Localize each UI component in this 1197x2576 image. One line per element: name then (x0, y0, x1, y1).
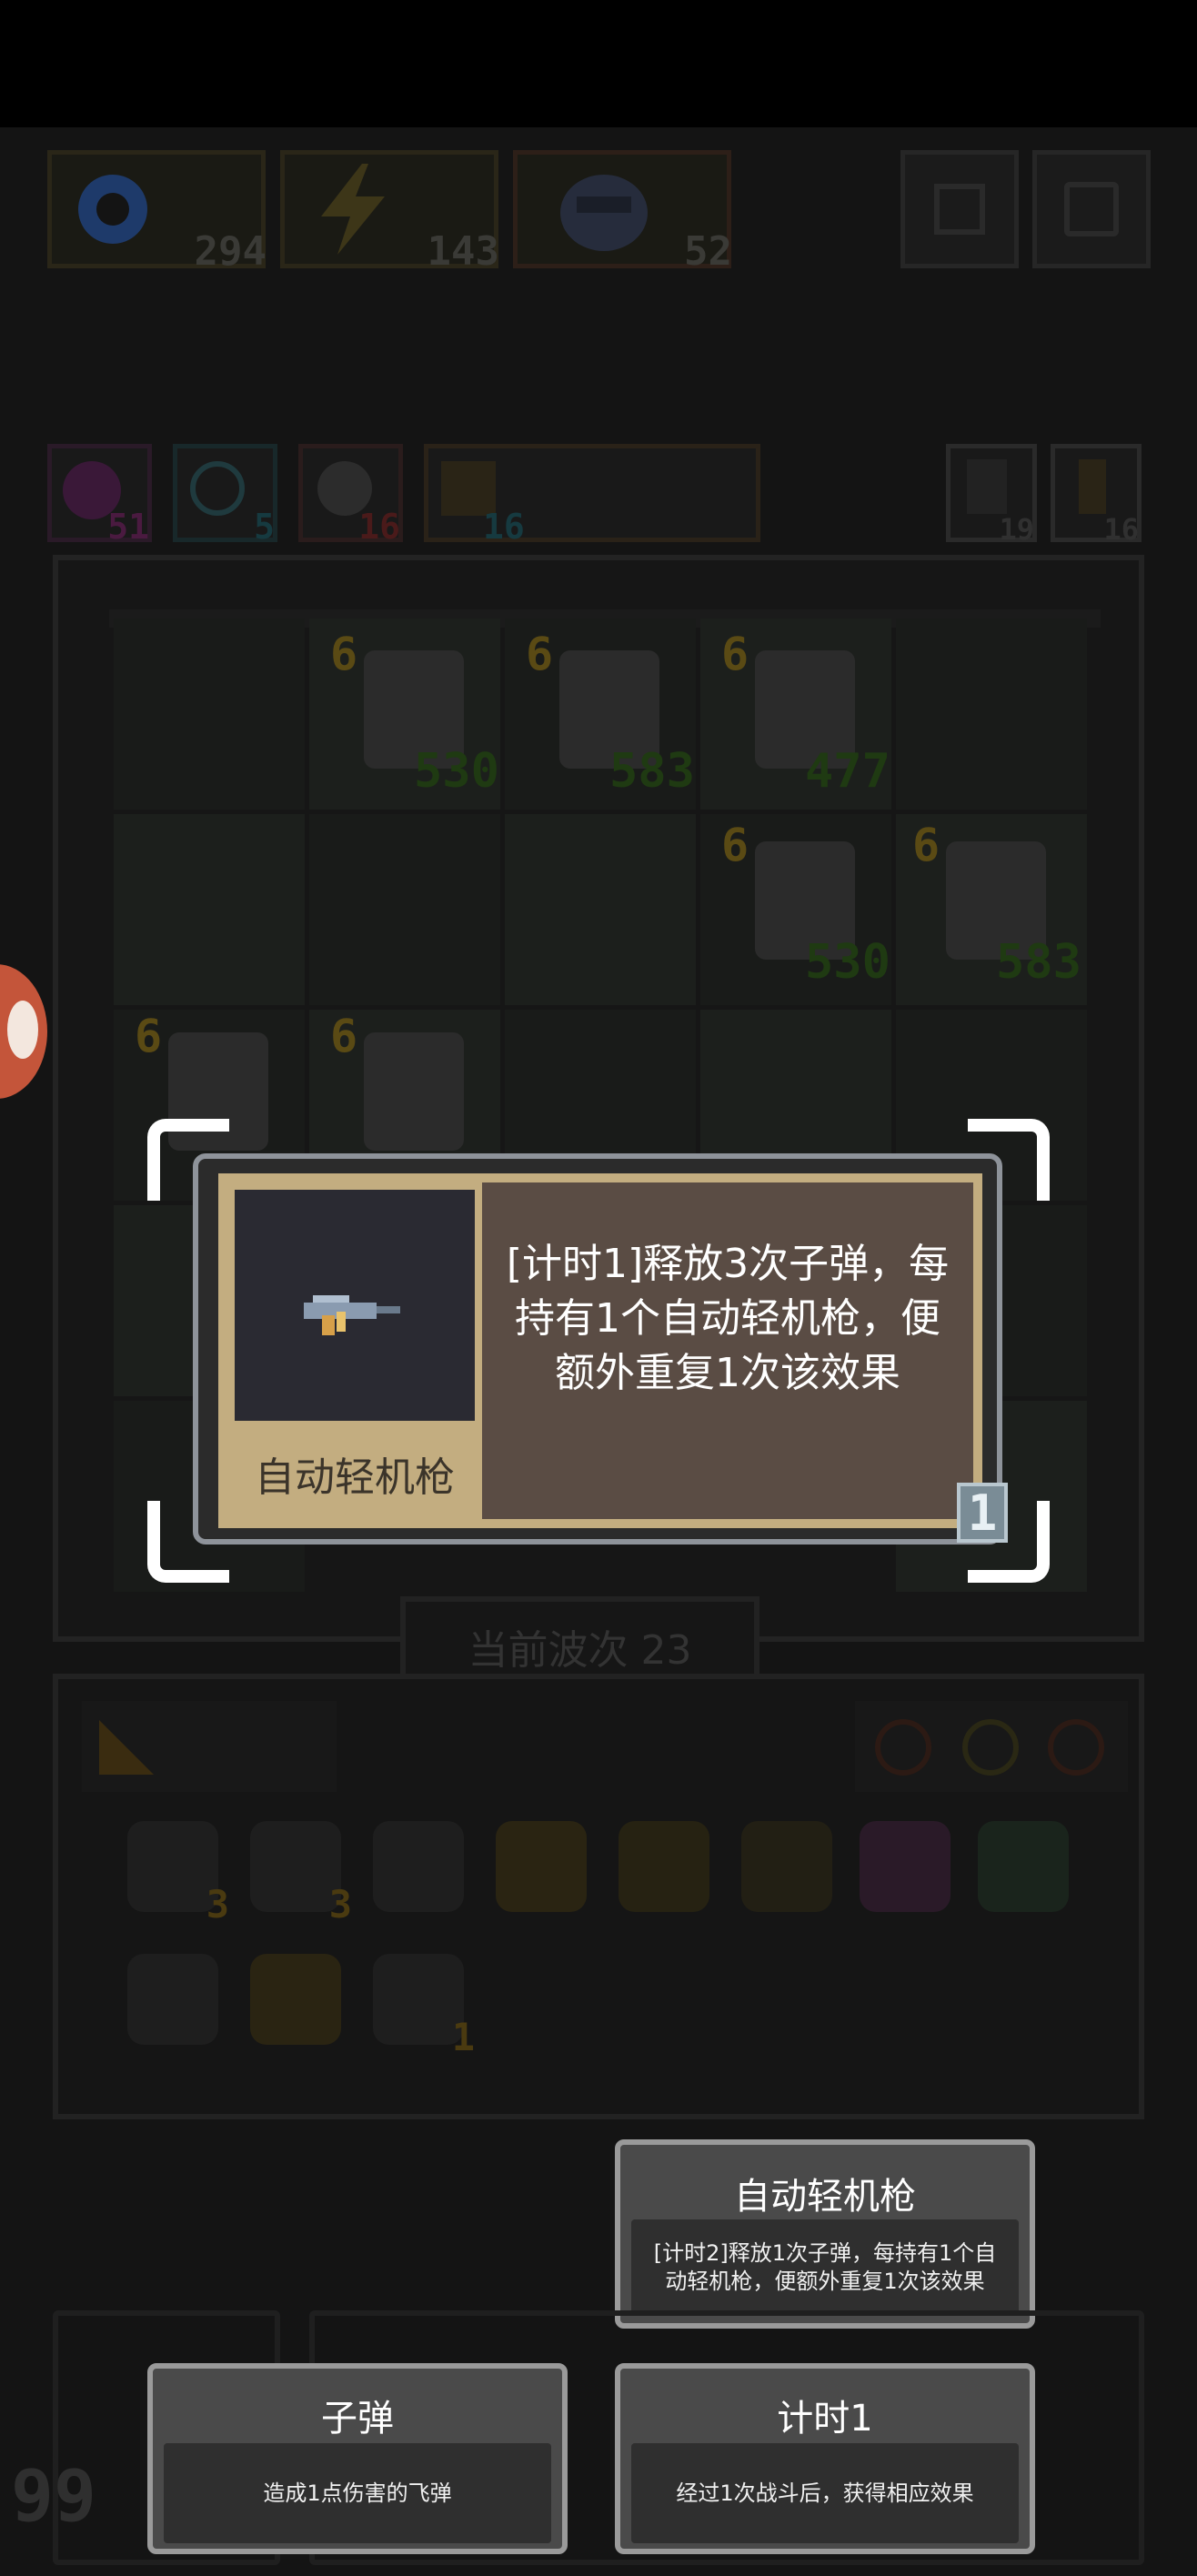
coin-icon (78, 175, 147, 244)
heart-shield-icon[interactable]: 3 (127, 1821, 229, 1927)
keyword-card-description: 造成1点伤害的飞弹 (164, 2443, 551, 2543)
grid-icon (934, 184, 985, 235)
stat-clock: 5 (173, 444, 277, 547)
stat-bolt: 16 (424, 444, 760, 547)
stat-explosion: 16 (298, 444, 403, 547)
corner-number: 99 (11, 2456, 96, 2538)
item-card-auto-gun[interactable]: 自动轻机枪 [计时2]释放1次子弹，每持有1个自动轻机枪，便额外重复1次该效果 (615, 2139, 1035, 2329)
face-icon (7, 1001, 38, 1059)
filter-yellow-icon[interactable] (962, 1719, 1019, 1776)
lightning-icon (321, 164, 385, 255)
magnet-icon[interactable] (127, 1954, 218, 2045)
filter-red-icon[interactable] (875, 1719, 931, 1776)
stat-up: 19 (946, 444, 1037, 547)
item-image (227, 1182, 482, 1428)
inventory-tab[interactable] (82, 1701, 337, 1792)
triangle-icon (99, 1720, 154, 1775)
hero-unit[interactable]: 6 530 (323, 628, 532, 810)
gear-icon[interactable] (860, 1821, 951, 1912)
horn-icon[interactable] (496, 1821, 587, 1912)
board-cell[interactable] (505, 814, 696, 1005)
wave-label: 当前波次 23 (468, 1627, 692, 1674)
filter-orange-icon[interactable] (1048, 1719, 1104, 1776)
hero-unit[interactable]: 6 477 (714, 628, 923, 810)
energy-counter: 143 (280, 150, 499, 275)
status-bar (0, 0, 1197, 127)
filter-group (855, 1701, 1128, 1792)
board-cell[interactable] (896, 619, 1087, 810)
key-icon (1079, 459, 1106, 514)
gun-icon[interactable]: 1 (373, 1954, 475, 2059)
hero-unit[interactable]: 6 583 (518, 628, 728, 810)
keyword-card-description: 经过1次战斗后，获得相应效果 (631, 2443, 1019, 2543)
gear-icon (1064, 182, 1119, 236)
item-count-badge: 1 (957, 1483, 1008, 1543)
stat-magic: 51 (47, 444, 152, 547)
star-wand-icon[interactable] (741, 1821, 832, 1912)
monster-counter: 52 (513, 150, 732, 275)
board-cell[interactable] (114, 619, 305, 810)
up-arrow-icon (967, 459, 1007, 514)
menu-button[interactable] (900, 150, 1019, 268)
stat-key: 16 (1051, 444, 1142, 547)
ghost-icon[interactable]: 3 (250, 1821, 352, 1927)
item-card-description: [计时2]释放1次子弹，每持有1个自动轻机枪，便额外重复1次该效果 (631, 2219, 1019, 2316)
keyword-card-bullet[interactable]: 子弹 造成1点伤害的飞弹 (147, 2363, 568, 2554)
hero-unit[interactable]: 6 583 (905, 819, 1114, 1001)
clock-icon (190, 461, 245, 516)
lock-icon[interactable] (978, 1821, 1069, 1912)
coin-counter: 294 (47, 150, 267, 275)
shield-icon[interactable] (373, 1821, 464, 1912)
board-cell[interactable] (114, 814, 305, 1005)
hero-unit[interactable]: 6 530 (714, 819, 923, 1001)
settings-button[interactable] (1032, 150, 1151, 268)
wings-icon[interactable] (250, 1954, 341, 2045)
gun-icon (304, 1295, 400, 1335)
item-description: [计时1]释放3次子弹，每持有1个自动轻机枪，便额外重复1次该效果 (506, 1241, 950, 1396)
item-name-label: 自动轻机枪 (227, 1424, 482, 1524)
board-cell[interactable] (309, 814, 500, 1005)
monster-icon (560, 175, 648, 251)
hero-sprite (364, 1032, 464, 1151)
keyword-card-timer[interactable]: 计时1 经过1次战斗后，获得相应效果 (615, 2363, 1035, 2554)
potion-icon[interactable] (619, 1821, 709, 1912)
